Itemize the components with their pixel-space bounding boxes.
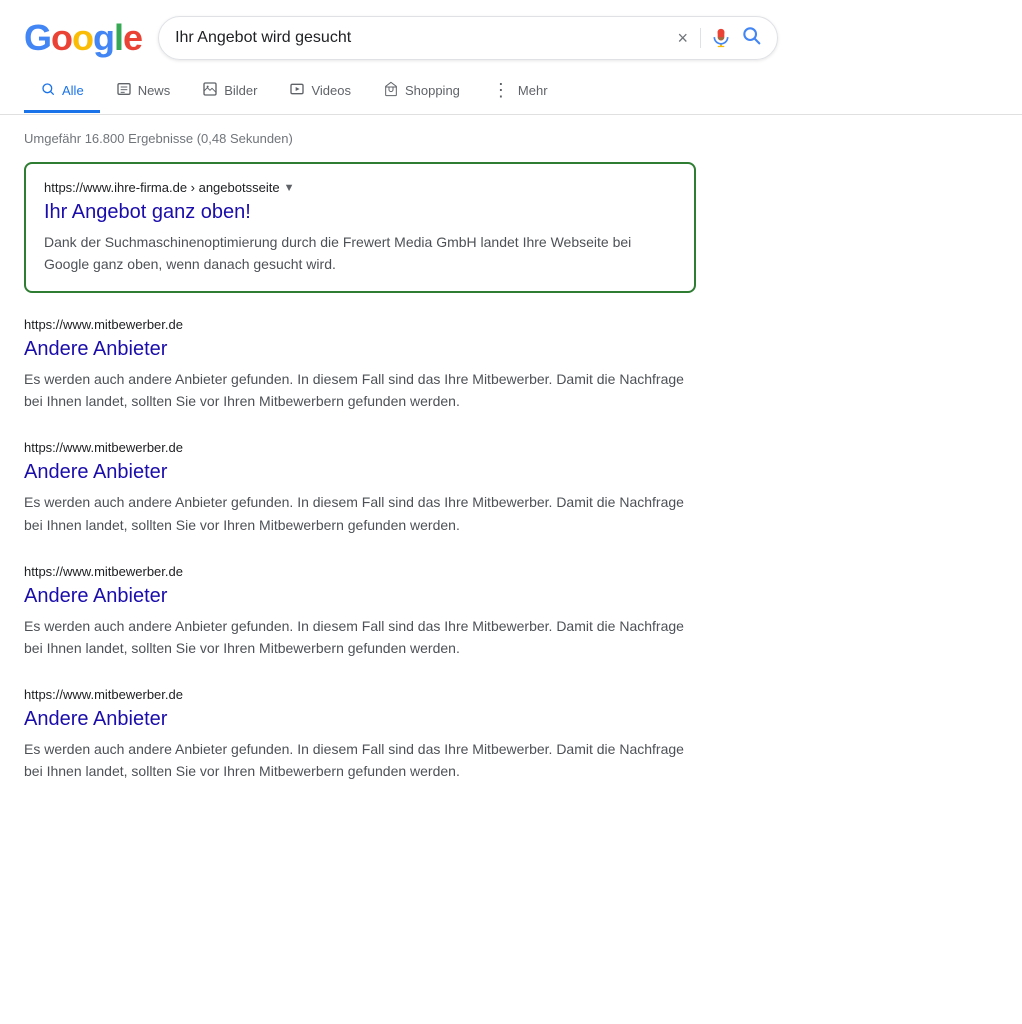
featured-result-description: Dank der Suchmaschinenoptimierung durch … <box>44 231 676 275</box>
featured-result-title[interactable]: Ihr Angebot ganz oben! <box>44 199 676 225</box>
tab-mehr-label: Mehr <box>518 83 548 98</box>
result-4-url: https://www.mitbewerber.de <box>24 687 696 702</box>
result-item-4: https://www.mitbewerber.de Andere Anbiet… <box>24 687 696 782</box>
featured-result-url: https://www.ihre-firma.de › angebotsseit… <box>44 180 676 195</box>
tab-mehr[interactable]: ⋮ Mehr <box>476 70 564 114</box>
tab-news-label: News <box>138 83 171 98</box>
search-submit-button[interactable] <box>741 25 761 51</box>
header: G o o g l e Ihr Angebot wird gesucht × <box>0 0 1022 70</box>
bilder-icon <box>202 81 218 100</box>
tab-alle-label: Alle <box>62 83 84 98</box>
logo-l: l <box>114 17 123 59</box>
result-1-title[interactable]: Andere Anbieter <box>24 336 696 362</box>
search-bar-icons: × <box>676 25 762 51</box>
result-3-title[interactable]: Andere Anbieter <box>24 583 696 609</box>
tab-alle[interactable]: Alle <box>24 71 100 113</box>
result-2-description: Es werden auch andere Anbieter gefunden.… <box>24 491 696 535</box>
result-1-description: Es werden auch andere Anbieter gefunden.… <box>24 368 696 412</box>
result-item-2: https://www.mitbewerber.de Andere Anbiet… <box>24 440 696 535</box>
tab-videos[interactable]: Videos <box>273 71 367 113</box>
alle-icon <box>40 81 56 100</box>
google-logo[interactable]: G o o g l e <box>24 17 142 59</box>
url-dropdown-arrow[interactable]: ▼ <box>284 182 295 194</box>
mehr-icon: ⋮ <box>492 80 512 101</box>
featured-result: https://www.ihre-firma.de › angebotsseit… <box>24 162 696 293</box>
logo-g2: g <box>93 17 114 59</box>
videos-icon <box>289 81 305 100</box>
logo-g1: G <box>24 17 51 59</box>
result-4-description: Es werden auch andere Anbieter gefunden.… <box>24 738 696 782</box>
icon-divider <box>700 28 701 48</box>
result-4-title[interactable]: Andere Anbieter <box>24 706 696 732</box>
result-1-url: https://www.mitbewerber.de <box>24 317 696 332</box>
result-item-1: https://www.mitbewerber.de Andere Anbiet… <box>24 317 696 412</box>
result-3-description: Es werden auch andere Anbieter gefunden.… <box>24 615 696 659</box>
tab-bilder[interactable]: Bilder <box>186 71 273 113</box>
nav-tabs: Alle News Bilder <box>0 70 1022 115</box>
result-item-3: https://www.mitbewerber.de Andere Anbiet… <box>24 564 696 659</box>
results-area: Umgefähr 16.800 Ergebnisse (0,48 Sekunde… <box>0 115 720 782</box>
tab-shopping-label: Shopping <box>405 83 460 98</box>
result-2-title[interactable]: Andere Anbieter <box>24 459 696 485</box>
result-3-url: https://www.mitbewerber.de <box>24 564 696 579</box>
shopping-icon <box>383 81 399 100</box>
news-icon <box>116 81 132 100</box>
mic-icon[interactable] <box>711 28 731 48</box>
search-bar: Ihr Angebot wird gesucht × <box>158 16 778 60</box>
results-count: Umgefähr 16.800 Ergebnisse (0,48 Sekunde… <box>24 131 696 146</box>
search-icon <box>741 25 761 45</box>
clear-button[interactable]: × <box>676 27 691 49</box>
tab-videos-label: Videos <box>311 83 351 98</box>
logo-o2: o <box>72 17 93 59</box>
tab-shopping[interactable]: Shopping <box>367 71 476 113</box>
tab-news[interactable]: News <box>100 71 187 113</box>
logo-o1: o <box>51 17 72 59</box>
tab-bilder-label: Bilder <box>224 83 257 98</box>
search-query-text: Ihr Angebot wird gesucht <box>175 29 665 47</box>
logo-e: e <box>123 17 142 59</box>
result-2-url: https://www.mitbewerber.de <box>24 440 696 455</box>
